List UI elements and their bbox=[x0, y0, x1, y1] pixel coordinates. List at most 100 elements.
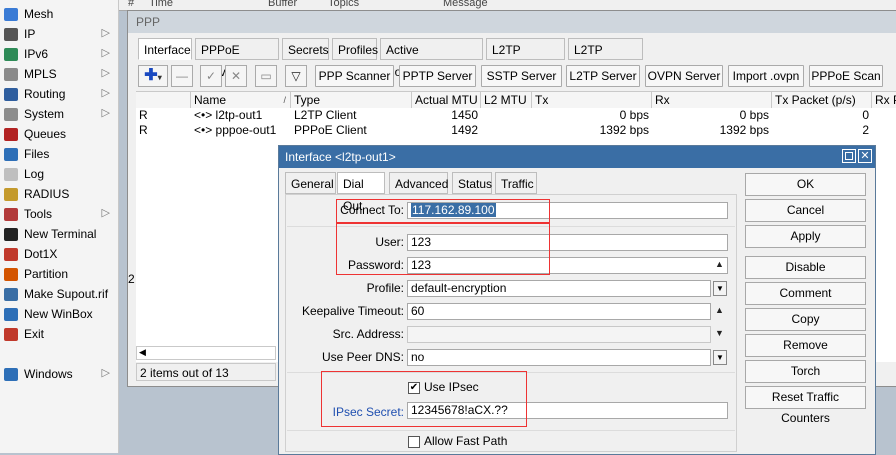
profile-select[interactable]: default-encryption bbox=[407, 280, 711, 297]
cross-icon: ✕ bbox=[230, 69, 242, 83]
pppoe-scan-button[interactable]: PPPoE Scan bbox=[809, 65, 883, 87]
tab-l2tp-ethernet[interactable]: L2TP Ethernet bbox=[486, 38, 565, 79]
torch-button[interactable]: Torch bbox=[745, 360, 866, 383]
tab-interface[interactable]: Interface bbox=[138, 38, 192, 60]
mesh-icon bbox=[4, 7, 18, 21]
sidebar-item-label: Log bbox=[24, 167, 45, 181]
filter-icon: ▽ bbox=[291, 69, 301, 83]
enable-button[interactable]: ✓ bbox=[200, 65, 222, 87]
col-actual-mtu[interactable]: Actual MTU bbox=[412, 92, 481, 108]
sidebar-item-label: IP bbox=[24, 27, 36, 41]
row-rx: 1392 bps bbox=[719, 123, 769, 137]
sidebar-item-radius[interactable]: RADIUS bbox=[4, 184, 118, 204]
disable-button[interactable]: Disable bbox=[745, 256, 866, 279]
expand-down-icon[interactable]: ▼ bbox=[715, 328, 724, 338]
profile-dropdown-icon[interactable]: ▼ bbox=[713, 281, 727, 296]
sidebar-item-tools[interactable]: Tools ▷ bbox=[4, 204, 118, 224]
sstp-server-button[interactable]: SSTP Server bbox=[481, 65, 562, 87]
remove-button[interactable]: Remove bbox=[745, 334, 866, 357]
keepalive-label: Keepalive Timeout: bbox=[301, 304, 404, 318]
row-mtu: 1492 bbox=[451, 123, 478, 137]
reset-traffic-counters-button[interactable]: Reset Traffic Counters bbox=[745, 386, 866, 425]
submenu-arrow-icon: ▷ bbox=[101, 207, 110, 219]
collapse-up-icon[interactable]: ▲ bbox=[715, 259, 724, 269]
collapse-up-icon[interactable]: ▲ bbox=[715, 305, 724, 315]
row-name: <•> pppoe-out1 bbox=[194, 123, 277, 137]
filter-button[interactable]: ▽ bbox=[285, 65, 307, 87]
keepalive-input[interactable]: 60 bbox=[407, 303, 711, 320]
dot1x-icon bbox=[4, 247, 18, 261]
sidebar-item-system[interactable]: System ▷ bbox=[4, 104, 118, 124]
tab-general[interactable]: General bbox=[285, 172, 336, 194]
apply-button[interactable]: Apply bbox=[745, 225, 866, 248]
maximize-icon[interactable] bbox=[842, 149, 856, 163]
tab-active-connections[interactable]: Active Connections bbox=[380, 38, 483, 79]
sidebar-item-label: IPv6 bbox=[24, 47, 49, 61]
col-tx-packet[interactable]: Tx Packet (p/s) bbox=[772, 92, 872, 108]
tab-dial-out[interactable]: Dial Out bbox=[337, 172, 385, 213]
separator bbox=[287, 430, 735, 431]
sidebar-item-ip[interactable]: IP ▷ bbox=[4, 24, 118, 44]
sidebar-item-windows[interactable]: Windows ▷ bbox=[4, 364, 118, 384]
horizontal-scrollbar[interactable]: ◀ bbox=[136, 346, 276, 360]
ppp-scanner-button[interactable]: PPP Scanner bbox=[315, 65, 394, 87]
row-txp: 0 bbox=[862, 108, 869, 122]
log-col-hash: # bbox=[128, 0, 135, 9]
table-row[interactable]: R <•> l2tp-out1 L2TP Client 1450 0 bps 0… bbox=[136, 108, 896, 123]
row-type: PPPoE Client bbox=[294, 123, 367, 137]
sidebar-item-new-terminal[interactable]: New Terminal bbox=[4, 224, 118, 244]
sidebar-item-mpls[interactable]: MPLS ▷ bbox=[4, 64, 118, 84]
sidebar-item-dot1x[interactable]: Dot1X bbox=[4, 244, 118, 264]
ovpn-server-button[interactable]: OVPN Server bbox=[645, 65, 723, 87]
tab-l2tp-secrets[interactable]: L2TP Secrets bbox=[568, 38, 643, 79]
l2tp-server-button[interactable]: L2TP Server bbox=[566, 65, 640, 87]
tab-profiles[interactable]: Profiles bbox=[332, 38, 378, 60]
col-type[interactable]: Type bbox=[291, 92, 412, 108]
sidebar-item-new-winbox[interactable]: New WinBox bbox=[4, 304, 118, 324]
import-ovpn-button[interactable]: Import .ovpn bbox=[728, 65, 804, 87]
tab-pppoe-servers[interactable]: PPPoE Servers bbox=[195, 38, 279, 79]
close-icon[interactable]: ✕ bbox=[858, 149, 872, 163]
pptp-server-button[interactable]: PPTP Server bbox=[399, 65, 476, 87]
copy-button[interactable]: Copy bbox=[745, 308, 866, 331]
row-l2mtu bbox=[481, 108, 532, 123]
plus-icon: ✚ bbox=[144, 67, 158, 84]
sidebar-item-exit[interactable]: Exit bbox=[4, 324, 118, 344]
tab-advanced[interactable]: Advanced bbox=[389, 172, 448, 194]
col-flag[interactable] bbox=[136, 92, 191, 108]
sidebar-item-make-supout-rif[interactable]: Make Supout.rif bbox=[4, 284, 118, 304]
remove-button[interactable]: — bbox=[171, 65, 193, 87]
sidebar-item-log[interactable]: Log bbox=[4, 164, 118, 184]
log-col-time: Time bbox=[149, 0, 174, 9]
col-l2-mtu[interactable]: L2 MTU bbox=[481, 92, 532, 108]
highlight-box-connect bbox=[336, 199, 550, 223]
src-address-input[interactable] bbox=[407, 326, 711, 343]
use-peer-dns-label: Use Peer DNS: bbox=[321, 350, 404, 364]
comment-button[interactable]: Comment bbox=[745, 282, 866, 305]
sidebar-item-mesh[interactable]: Mesh bbox=[4, 4, 118, 24]
allow-fast-path-checkbox[interactable] bbox=[408, 436, 420, 448]
disable-button[interactable]: ✕ bbox=[225, 65, 247, 87]
tab-status[interactable]: Status bbox=[452, 172, 492, 194]
cancel-button[interactable]: Cancel bbox=[745, 199, 866, 222]
sidebar-item-routing[interactable]: Routing ▷ bbox=[4, 84, 118, 104]
table-row[interactable]: R <•> pppoe-out1 PPPoE Client 1492 1392 … bbox=[136, 123, 896, 138]
col-tx[interactable]: Tx bbox=[532, 92, 652, 108]
sidebar-item-queues[interactable]: Queues bbox=[4, 124, 118, 144]
use-peer-dns-dropdown-icon[interactable]: ▼ bbox=[713, 350, 727, 365]
sidebar-item-files[interactable]: Files bbox=[4, 144, 118, 164]
tab-traffic[interactable]: Traffic bbox=[495, 172, 537, 194]
sidebar-item-label: Routing bbox=[24, 87, 66, 101]
tab-secrets[interactable]: Secrets bbox=[282, 38, 329, 60]
sidebar-item-partition[interactable]: Partition bbox=[4, 264, 118, 284]
col-rx-packet[interactable]: Rx P bbox=[872, 92, 896, 108]
col-rx[interactable]: Rx bbox=[652, 92, 772, 108]
ok-button[interactable]: OK bbox=[745, 173, 866, 196]
comment-button[interactable]: ▭ bbox=[255, 65, 277, 87]
col-name[interactable]: Name / bbox=[191, 92, 291, 108]
use-peer-dns-select[interactable]: no bbox=[407, 349, 711, 366]
routing-icon bbox=[4, 87, 18, 101]
sidebar-item-ipv6[interactable]: IPv6 ▷ bbox=[4, 44, 118, 64]
row-flag: R bbox=[139, 108, 148, 122]
add-button[interactable]: ✚▾ bbox=[138, 65, 168, 87]
